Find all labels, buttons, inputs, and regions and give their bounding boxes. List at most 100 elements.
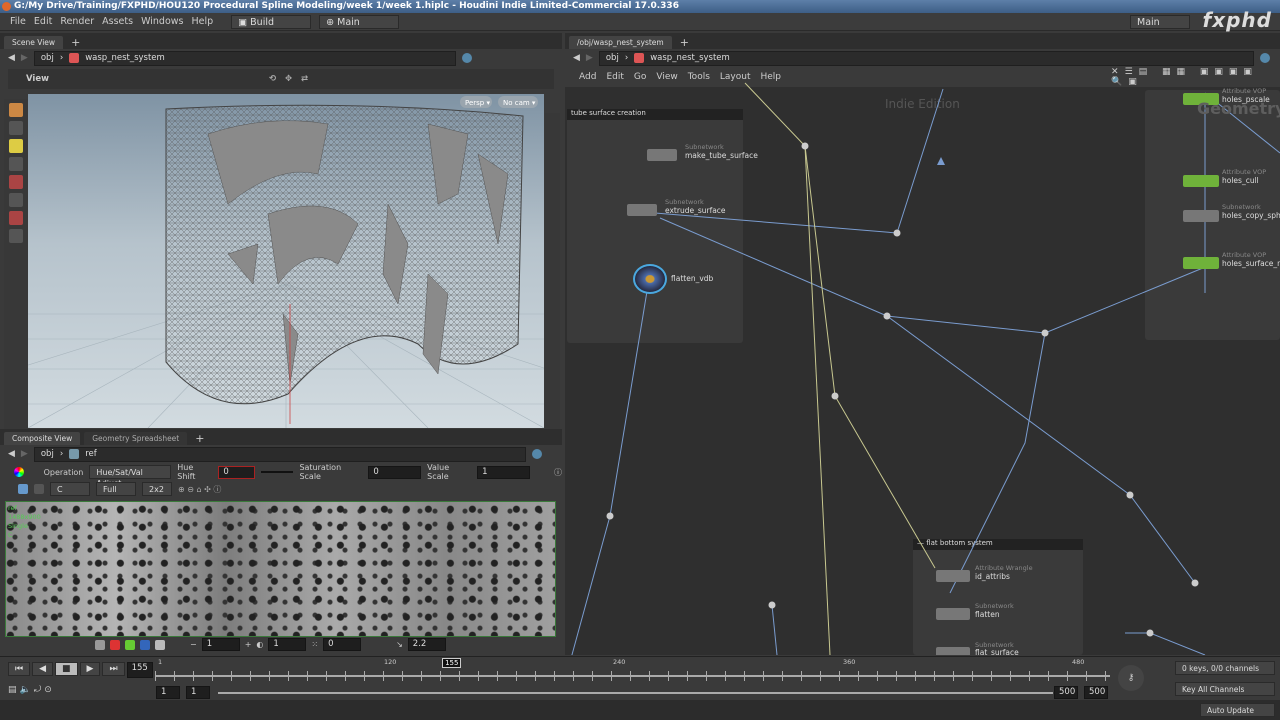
node-make-tube-surface[interactable] <box>647 149 677 161</box>
hue-shift-slider[interactable] <box>260 471 294 473</box>
path-node[interactable]: ref <box>85 449 97 459</box>
gamma-field[interactable]: 2.2 <box>407 638 446 651</box>
node-flat-surface[interactable] <box>936 647 970 655</box>
pose-tool-icon[interactable] <box>9 157 23 171</box>
play-backward-button[interactable]: ◀ <box>32 662 54 676</box>
node-name-label[interactable]: make_tube_surface <box>685 151 758 160</box>
start-frame-field[interactable]: 1 <box>156 686 180 699</box>
view-tool-icons[interactable]: ⟲ ✥ ⇄ <box>269 74 308 84</box>
go-to-start-button[interactable]: ⏮ <box>8 662 31 676</box>
speaker-icon[interactable]: 🔈 <box>20 685 31 695</box>
pin-icon[interactable] <box>532 449 542 459</box>
range-end-field[interactable]: 500 <box>1054 686 1078 699</box>
node-extrude-surface[interactable] <box>627 204 657 216</box>
composite-image[interactable]: ref 1488x900 Single C <box>5 501 556 637</box>
node-name-label[interactable]: holes_cull <box>1222 176 1259 185</box>
node-name-label[interactable]: flat_surface <box>975 648 1019 655</box>
current-frame-field[interactable]: 155 <box>126 662 153 678</box>
move-tool-icon[interactable] <box>9 121 23 135</box>
node-name-label[interactable]: id_attribs <box>975 572 1010 581</box>
channel-select[interactable]: C <box>50 482 90 496</box>
range-start-field[interactable]: 1 <box>186 686 210 699</box>
tab-geometry-spreadsheet[interactable]: Geometry Spreadsheet <box>84 432 188 445</box>
node-name-label[interactable]: extrude_surface <box>665 206 726 215</box>
snap-icon[interactable] <box>9 211 23 225</box>
workspace-select[interactable]: ⊕ Main <box>319 14 400 29</box>
node-flatten[interactable] <box>936 608 970 620</box>
persp-menu[interactable]: Persp ▾ <box>465 99 490 107</box>
handle-tool-icon[interactable] <box>9 139 23 153</box>
global-animation-icon[interactable]: ⊙ <box>44 685 52 695</box>
stop-button[interactable]: ■ <box>55 662 78 676</box>
scene-path-field[interactable]: obj › wasp_nest_system <box>33 50 456 66</box>
plus-button[interactable]: + <box>245 640 252 649</box>
alpha-channel-icon[interactable] <box>155 639 165 650</box>
blue-channel-icon[interactable] <box>140 639 150 650</box>
playhead-marker[interactable]: 155 <box>442 658 462 668</box>
operation-select[interactable]: Hue/Sat/Val Adjust <box>89 465 172 488</box>
zoom-tools-icons[interactable]: ⊕ ⊖ ⌂ ✣ ⓘ <box>178 484 221 495</box>
rgb-icon[interactable] <box>95 639 105 650</box>
node-name-label[interactable]: holes_surface_nc <box>1222 259 1280 268</box>
tab-composite-view[interactable]: Composite View <box>4 432 81 445</box>
node-name-label[interactable]: flatten_vdb <box>671 274 713 283</box>
forward-arrow-icon[interactable]: ▶ <box>21 449 28 459</box>
select-tool-icon[interactable] <box>9 103 23 117</box>
view-menu[interactable]: View <box>26 74 49 84</box>
menu-windows[interactable]: Windows <box>141 16 183 27</box>
forward-arrow-icon[interactable]: ▶ <box>21 53 28 63</box>
desktop-select[interactable]: ▣ Build <box>231 14 312 29</box>
end-frame-field[interactable]: 500 <box>1084 686 1108 699</box>
zoom-field[interactable]: 1 <box>201 638 240 651</box>
add-tab-button[interactable]: + <box>71 36 80 49</box>
composite-path-field[interactable]: obj › ref <box>33 446 526 462</box>
pin-icon[interactable] <box>462 53 472 63</box>
magnet-icon[interactable] <box>9 229 23 243</box>
display-icon[interactable] <box>18 484 28 494</box>
path-obj[interactable]: obj <box>41 449 54 459</box>
back-arrow-icon[interactable]: ◀ <box>8 449 15 459</box>
menu-render[interactable]: Render <box>60 16 94 27</box>
menu-help[interactable]: Help <box>191 16 213 27</box>
red-channel-icon[interactable] <box>110 639 120 650</box>
node-name-label[interactable]: flatten <box>975 610 1000 619</box>
offset-field[interactable]: 0 <box>323 638 362 651</box>
range-slider[interactable] <box>218 692 1053 694</box>
brightness-field[interactable]: 1 <box>268 638 307 651</box>
key-icon[interactable]: ⚷ <box>1118 665 1144 691</box>
help-icon[interactable]: ⓘ <box>554 467 562 478</box>
audio-icon[interactable]: ▤ <box>8 685 17 695</box>
node-holes-cull[interactable] <box>1183 175 1219 187</box>
key-mode-select[interactable]: Key All Channels <box>1175 682 1275 696</box>
right-workspace-select[interactable]: Main <box>1130 14 1190 29</box>
rotate-tool-icon[interactable] <box>9 175 23 189</box>
menu-assets[interactable]: Assets <box>102 16 133 27</box>
tab-scene-view[interactable]: Scene View <box>4 36 64 49</box>
node-id-attribs[interactable] <box>936 570 970 582</box>
minus-button[interactable]: − <box>190 640 197 649</box>
node-holes-surface[interactable] <box>1183 257 1219 269</box>
hue-shift-field[interactable]: 0 <box>218 465 255 479</box>
menu-file[interactable]: File <box>10 16 26 27</box>
scale-tool-icon[interactable] <box>9 193 23 207</box>
node-holes-copy-sphere[interactable] <box>1183 210 1219 222</box>
add-tab-button[interactable]: + <box>195 432 204 445</box>
update-mode-select[interactable]: Auto Update <box>1200 703 1275 717</box>
camera-menu[interactable]: No cam ▾ <box>503 99 536 107</box>
menu-edit[interactable]: Edit <box>34 16 52 27</box>
back-arrow-icon[interactable]: ◀ <box>8 53 15 63</box>
tile-select[interactable]: 2x2 <box>142 482 172 496</box>
realtime-icon[interactable]: ⤾ <box>34 685 42 695</box>
layers-icon[interactable] <box>34 484 44 494</box>
3d-viewport[interactable]: Persp ▾ No cam ▾ <box>28 94 544 428</box>
path-node[interactable]: wasp_nest_system <box>85 53 165 63</box>
saturation-scale-field[interactable]: 0 <box>368 465 422 479</box>
green-channel-icon[interactable] <box>125 639 135 650</box>
value-scale-field[interactable]: 1 <box>477 465 531 479</box>
play-forward-button[interactable]: ▶ <box>79 662 101 676</box>
path-obj[interactable]: obj <box>41 53 54 63</box>
resolution-select[interactable]: Full <box>96 482 136 496</box>
node-name-label[interactable]: holes_copy_sphe <box>1222 211 1280 220</box>
node-flatten-vdb[interactable] <box>633 264 667 294</box>
go-to-end-button[interactable]: ⏭ <box>102 662 125 676</box>
